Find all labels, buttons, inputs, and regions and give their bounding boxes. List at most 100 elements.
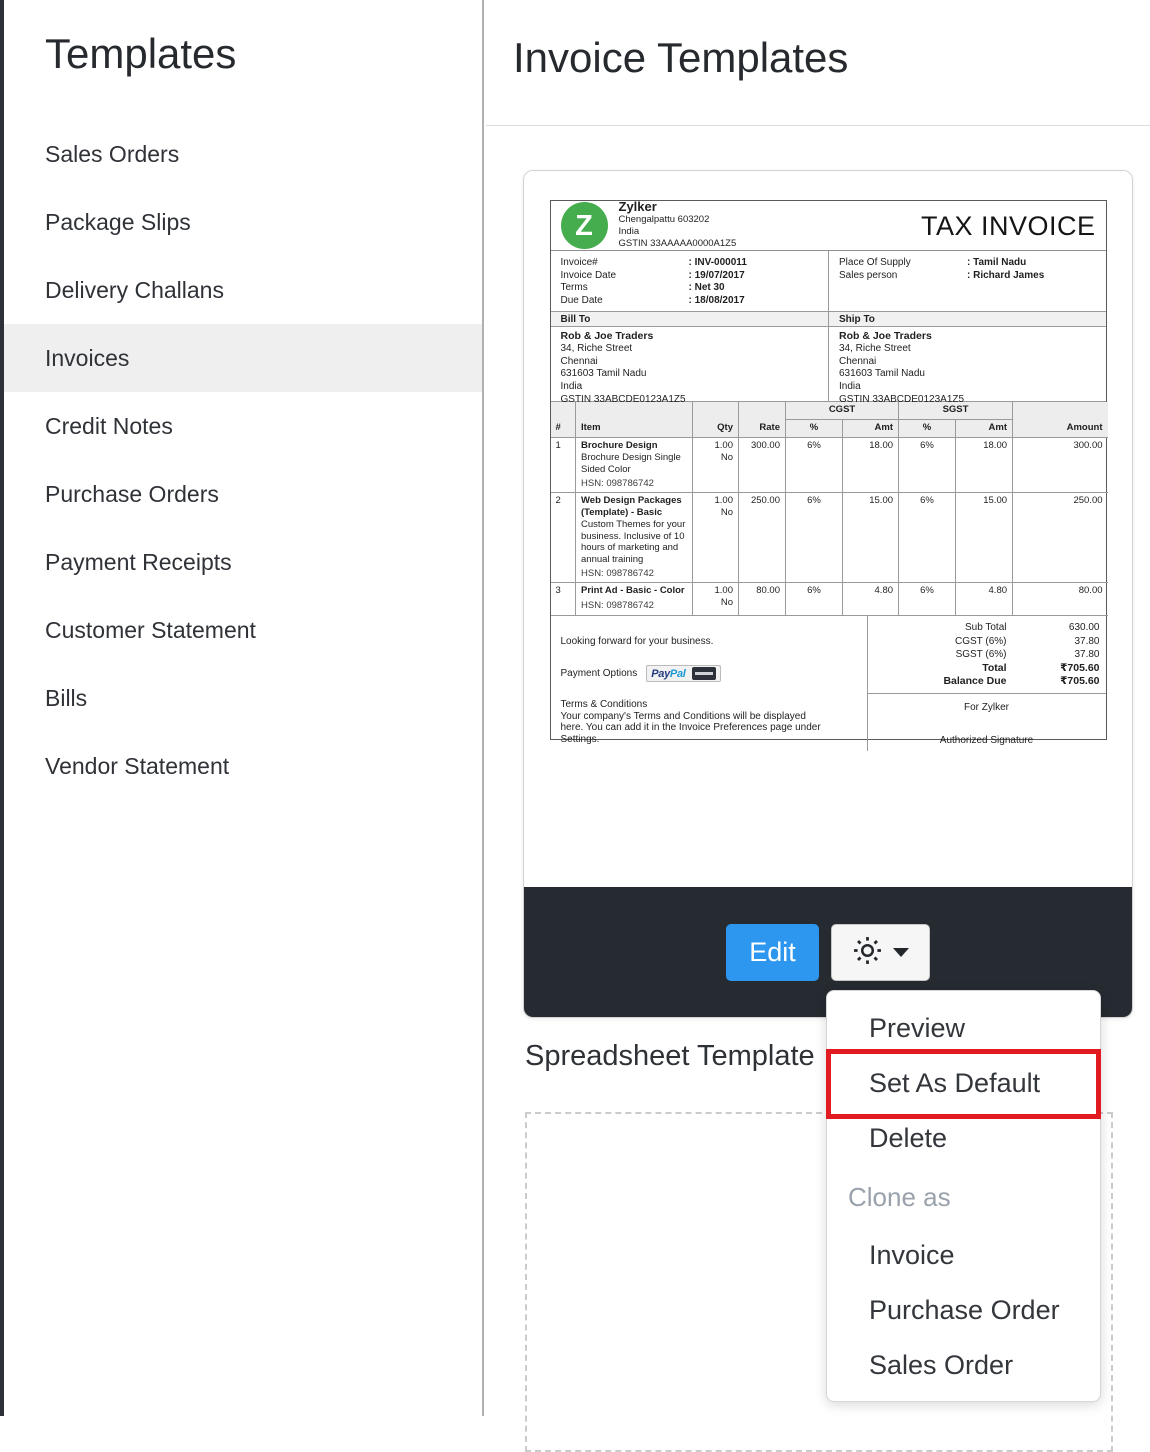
main-content: Invoice Templates Z Zylker Chengalpattu …	[486, 0, 1150, 1452]
sidebar-item-sales-orders[interactable]: Sales Orders	[4, 120, 482, 188]
invoice-template-card: Z Zylker Chengalpattu 603202 India GSTIN…	[523, 170, 1133, 1018]
sidebar-item-package-slips[interactable]: Package Slips	[4, 188, 482, 256]
sidebar-item-invoices[interactable]: Invoices	[4, 324, 482, 392]
card-icon	[691, 667, 716, 680]
sidebar-item-payment-receipts[interactable]: Payment Receipts	[4, 528, 482, 596]
for-company-label: For Zylker	[964, 701, 1009, 713]
menu-group-clone-as: Clone as	[848, 1182, 951, 1212]
chevron-down-icon	[893, 947, 909, 957]
total-value: 37.80	[1074, 635, 1100, 647]
col-header-cgst-amt: Amt	[841, 419, 900, 438]
item-hsn: HSN: 098786742	[581, 478, 654, 489]
col-header-item: Item	[575, 402, 693, 438]
terms-body: Your company's Terms and Conditions will…	[560, 711, 821, 745]
meta-value: : Net 30	[688, 282, 725, 293]
item-name: Brochure Design	[581, 440, 658, 451]
total-value: 37.80	[1074, 649, 1100, 661]
company-logo: Z	[560, 202, 608, 249]
edit-button[interactable]: Edit	[726, 923, 819, 981]
item-hsn: HSN: 098786742	[581, 568, 654, 579]
address-line: 631603 Tamil Nadu	[839, 368, 925, 380]
col-header-cgst: CGST	[784, 402, 900, 420]
col-header-qty: Qty	[692, 402, 739, 438]
menu-item-preview[interactable]: Preview	[827, 1001, 1100, 1056]
menu-item-clone-invoice[interactable]: Invoice	[827, 1228, 1100, 1283]
header-divider	[486, 125, 1150, 126]
templates-sidebar: Templates Sales Orders Package Slips Del…	[4, 0, 484, 1416]
gear-icon	[852, 935, 883, 969]
meta-value: : 18/08/2017	[688, 294, 745, 306]
col-header-cgst-pct: %	[785, 419, 843, 438]
menu-item-set-as-default[interactable]: Set As Default	[827, 1056, 1100, 1111]
spreadsheet-section-title: Spreadsheet Template	[525, 1040, 815, 1072]
invoice-meta-right: Place Of Supply: Tamil Nadu Sales person…	[828, 251, 1106, 311]
sidebar-item-customer-statement[interactable]: Customer Statement	[4, 596, 482, 664]
invoice-preview-paper: Z Zylker Chengalpattu 603202 India GSTIN…	[549, 199, 1108, 751]
col-header-amount: Amount	[1012, 402, 1108, 438]
terms-heading: Terms & Conditions	[560, 699, 648, 710]
bill-to-name: Rob & Joe Traders	[560, 330, 654, 342]
address-line: 34, Riche Street	[560, 342, 633, 354]
address-line: India	[839, 381, 861, 393]
company-address-line: Chengalpattu 603202	[618, 214, 710, 225]
total-value: 630.00	[1068, 622, 1100, 633]
menu-item-delete[interactable]: Delete	[827, 1111, 1100, 1166]
invoice-meta-left: Invoice#: INV-000011 Invoice Date: 19/07…	[551, 251, 829, 311]
template-preview-area: Z Zylker Chengalpattu 603202 India GSTIN…	[524, 171, 1132, 887]
bill-to-heading: Bill To	[550, 312, 828, 327]
col-header-sgst: SGST	[898, 402, 1014, 420]
meta-value: : INV-000011	[688, 257, 747, 268]
col-header-sgst-pct: %	[898, 419, 957, 438]
meta-value: : Richard James	[967, 269, 1045, 281]
meta-label: Due Date	[560, 294, 603, 306]
signature-box: For Zylker Authorized Signature	[867, 692, 1106, 751]
total-label: Sub Total	[964, 622, 1007, 633]
paypal-badge: PayPal	[646, 665, 721, 682]
total-value: ₹705.60	[1060, 675, 1100, 688]
invoice-totals-block: Sub Total 630.00 CGST (6%) 37.80 SGST (6%)…	[866, 616, 1106, 751]
ship-to-name: Rob & Joe Traders	[839, 330, 932, 342]
ship-to-block: Ship To Rob & Joe Traders 34, Riche Stre…	[828, 312, 1106, 405]
item-name: Print Ad - Basic - Color	[581, 585, 685, 596]
sidebar-item-delivery-challans[interactable]: Delivery Challans	[4, 256, 482, 324]
total-label: Total	[982, 661, 1007, 674]
address-line: 34, Riche Street	[839, 342, 911, 354]
total-label: SGST (6%)	[955, 649, 1007, 661]
customer-note: Looking forward for your business.	[560, 636, 714, 647]
page-title: Invoice Templates	[513, 34, 849, 81]
address-line: Chennai	[839, 355, 877, 367]
meta-label: Invoice Date	[560, 269, 617, 281]
col-header-rate: Rate	[738, 402, 786, 438]
payment-options-label: Payment Options	[560, 667, 638, 679]
invoice-doc-title: TAX INVOICE	[920, 210, 1096, 241]
sidebar-item-credit-notes[interactable]: Credit Notes	[4, 392, 482, 460]
menu-item-clone-purchase-order[interactable]: Purchase Order	[827, 1283, 1100, 1338]
company-block: Zylker Chengalpattu 603202 India GSTIN 3…	[618, 199, 737, 250]
invoice-notes-block: Looking forward for your business. Payme…	[551, 616, 867, 751]
sidebar-item-bills[interactable]: Bills	[4, 664, 482, 732]
meta-value: : Tamil Nadu	[967, 257, 1027, 268]
settings-dropdown-button[interactable]	[831, 923, 930, 981]
table-row: 2 Web Design Packages (Template) - Basic…	[550, 492, 1108, 583]
item-hsn: HSN: 098786742	[581, 600, 654, 611]
table-row: 3 Print Ad - Basic - Color HSN: 09878674…	[550, 582, 1108, 616]
sidebar-item-purchase-orders[interactable]: Purchase Orders	[4, 460, 482, 528]
authorized-signature-label: Authorized Signature	[939, 734, 1034, 746]
ship-to-heading: Ship To	[829, 312, 1106, 327]
sidebar-item-vendor-statement[interactable]: Vendor Statement	[4, 732, 482, 800]
total-label: Balance Due	[943, 675, 1007, 688]
meta-label: Sales person	[839, 269, 898, 281]
meta-label: Terms	[560, 282, 588, 293]
sidebar-title: Templates	[45, 30, 237, 77]
invoice-meta-section: Invoice#: INV-000011 Invoice Date: 19/07…	[550, 251, 1106, 312]
company-gstin: GSTIN 33AAAAA0000A1Z5	[618, 238, 737, 249]
address-line: Chennai	[560, 355, 598, 367]
company-address-line: India	[618, 226, 640, 237]
address-line: India	[560, 381, 583, 393]
company-name: Zylker	[618, 199, 657, 214]
address-line: 631603 Tamil Nadu	[560, 368, 647, 380]
menu-item-clone-sales-order[interactable]: Sales Order	[827, 1338, 1100, 1393]
bill-to-block: Bill To Rob & Joe Traders 34, Riche Stre…	[550, 312, 828, 405]
invoice-header: Z Zylker Chengalpattu 603202 India GSTIN…	[550, 199, 1106, 251]
col-header-num: #	[550, 402, 576, 438]
